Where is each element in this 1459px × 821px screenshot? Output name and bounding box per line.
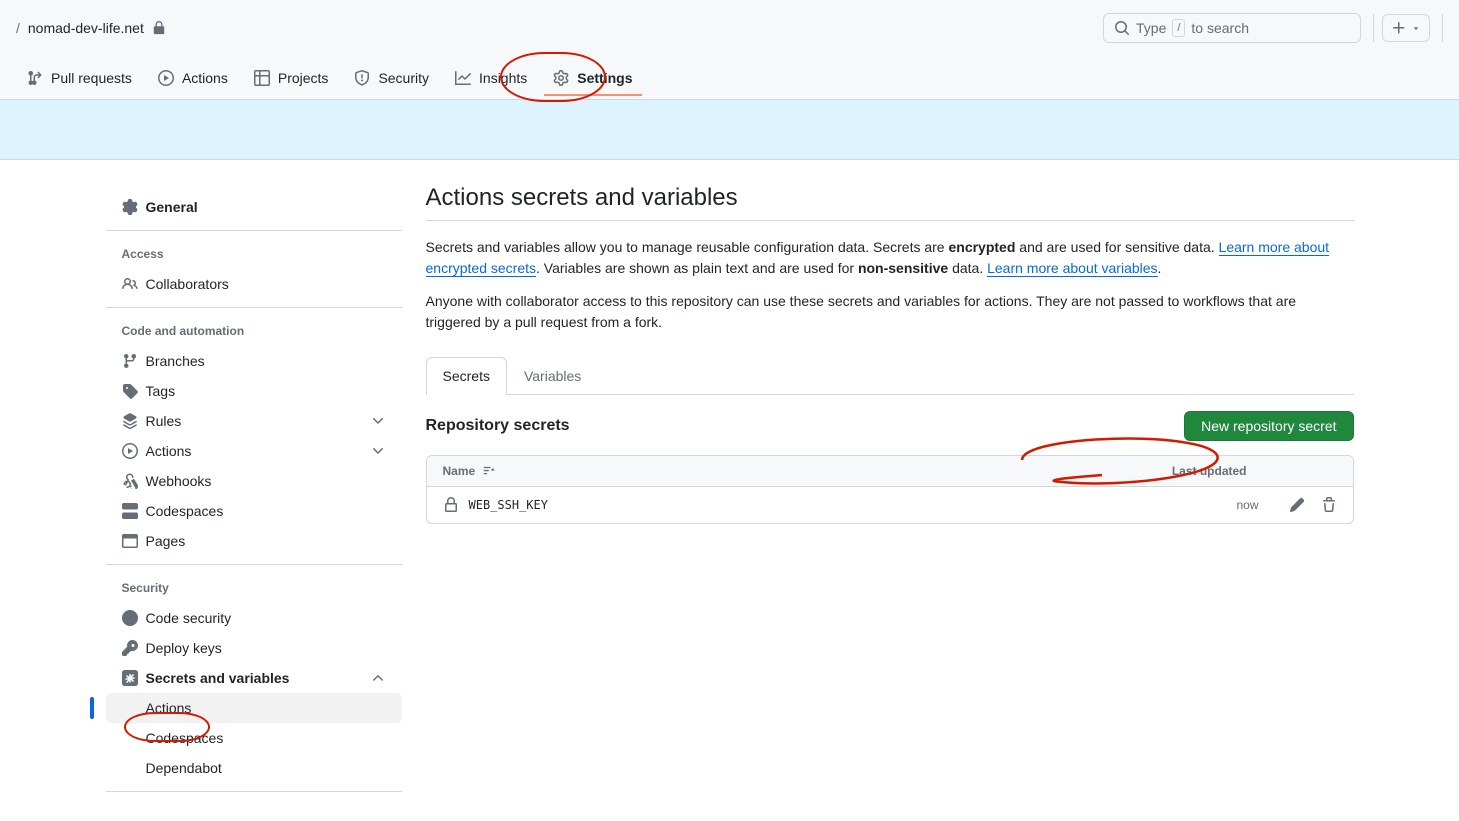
- key-asterisk-icon: [122, 670, 138, 686]
- tab-actions[interactable]: Actions: [147, 61, 239, 95]
- sidebar-secrets-and-variables[interactable]: Secrets and variables: [106, 663, 402, 693]
- tab-label: Projects: [278, 70, 329, 86]
- create-new-button[interactable]: [1382, 14, 1430, 42]
- webhook-icon: [122, 473, 138, 489]
- plus-icon: [1391, 20, 1407, 36]
- sidebar-branches[interactable]: Branches: [106, 346, 402, 376]
- secrets-table: Name Last updated WEB_SSH_KEY now: [426, 455, 1354, 524]
- tab-label: Pull requests: [51, 70, 132, 86]
- stack-icon: [122, 413, 138, 429]
- chevron-down-icon: [370, 413, 386, 429]
- repository-secrets-heading: Repository secrets: [426, 417, 570, 435]
- sidebar-rules[interactable]: Rules: [106, 406, 402, 436]
- tab-label: Insights: [479, 70, 527, 86]
- sidebar-heading-security: Security: [106, 573, 402, 603]
- git-pull-request-icon: [27, 70, 43, 86]
- codescan-icon: [122, 610, 138, 626]
- sidebar-general[interactable]: General: [106, 192, 402, 222]
- tab-pull-requests[interactable]: Pull requests: [16, 61, 143, 95]
- tab-label: Security: [378, 70, 429, 86]
- secret-name: WEB_SSH_KEY: [469, 498, 548, 512]
- triangle-down-icon: [1411, 23, 1421, 33]
- pencil-icon[interactable]: [1289, 497, 1305, 513]
- graph-icon: [455, 70, 471, 86]
- sidebar-actions[interactable]: Actions: [106, 436, 402, 466]
- column-last-updated: Last updated: [1172, 464, 1337, 478]
- chevron-down-icon: [370, 443, 386, 459]
- gear-icon: [553, 70, 569, 86]
- search-icon: [1114, 20, 1130, 36]
- search-input[interactable]: Type / to search: [1103, 13, 1361, 43]
- page-title: Actions secrets and variables: [426, 184, 1354, 212]
- lock-icon: [152, 21, 166, 35]
- info-banner: [0, 100, 1459, 160]
- sidebar-tags[interactable]: Tags: [106, 376, 402, 406]
- title-divider: [426, 220, 1354, 221]
- topbar-divider-2: [1442, 14, 1443, 42]
- secret-row: WEB_SSH_KEY now: [427, 487, 1353, 523]
- search-placeholder-post: to search: [1191, 20, 1249, 36]
- people-icon: [122, 276, 138, 292]
- tab-secrets[interactable]: Secrets: [426, 357, 507, 395]
- sidebar-secrets-codespaces[interactable]: Codespaces: [106, 723, 402, 753]
- topbar-divider: [1373, 14, 1374, 42]
- sidebar-webhooks[interactable]: Webhooks: [106, 466, 402, 496]
- sort-icon: [481, 464, 495, 478]
- sidebar-deploy-keys[interactable]: Deploy keys: [106, 633, 402, 663]
- description-2: Anyone with collaborator access to this …: [426, 291, 1354, 333]
- lock-icon: [443, 497, 459, 513]
- secret-updated: now: [1236, 498, 1258, 512]
- sidebar-secrets-dependabot[interactable]: Dependabot: [106, 753, 402, 783]
- sidebar-collaborators[interactable]: Collaborators: [106, 269, 402, 299]
- chevron-up-icon: [370, 670, 386, 686]
- search-kbd: /: [1172, 19, 1185, 37]
- column-name[interactable]: Name: [443, 464, 496, 478]
- gear-icon: [122, 199, 138, 215]
- link-variables[interactable]: Learn more about variables: [987, 260, 1157, 277]
- trash-icon[interactable]: [1321, 497, 1337, 513]
- breadcrumb-separator: /: [16, 20, 20, 36]
- sidebar-pages[interactable]: Pages: [106, 526, 402, 556]
- browser-icon: [122, 533, 138, 549]
- tab-settings[interactable]: Settings: [542, 61, 643, 95]
- tab-label: Actions: [182, 70, 228, 86]
- sidebar-secrets-actions[interactable]: Actions: [106, 693, 402, 723]
- sidebar-codespaces[interactable]: Codespaces: [106, 496, 402, 526]
- table-icon: [254, 70, 270, 86]
- search-placeholder-pre: Type: [1136, 20, 1166, 36]
- sidebar-heading-access: Access: [106, 239, 402, 269]
- play-icon: [122, 443, 138, 459]
- tab-insights[interactable]: Insights: [444, 61, 538, 95]
- tag-icon: [122, 383, 138, 399]
- git-branch-icon: [122, 353, 138, 369]
- description-1: Secrets and variables allow you to manag…: [426, 237, 1354, 279]
- repo-name[interactable]: nomad-dev-life.net: [28, 20, 144, 36]
- sidebar-heading-code: Code and automation: [106, 316, 402, 346]
- tab-variables[interactable]: Variables: [507, 357, 598, 394]
- play-icon: [158, 70, 174, 86]
- key-icon: [122, 640, 138, 656]
- new-repository-secret-button[interactable]: New repository secret: [1184, 411, 1353, 441]
- codespaces-icon: [122, 503, 138, 519]
- tab-security[interactable]: Security: [343, 61, 440, 95]
- shield-icon: [354, 70, 370, 86]
- sidebar-code-security[interactable]: Code security: [106, 603, 402, 633]
- tab-label: Settings: [577, 70, 632, 86]
- tab-projects[interactable]: Projects: [243, 61, 340, 95]
